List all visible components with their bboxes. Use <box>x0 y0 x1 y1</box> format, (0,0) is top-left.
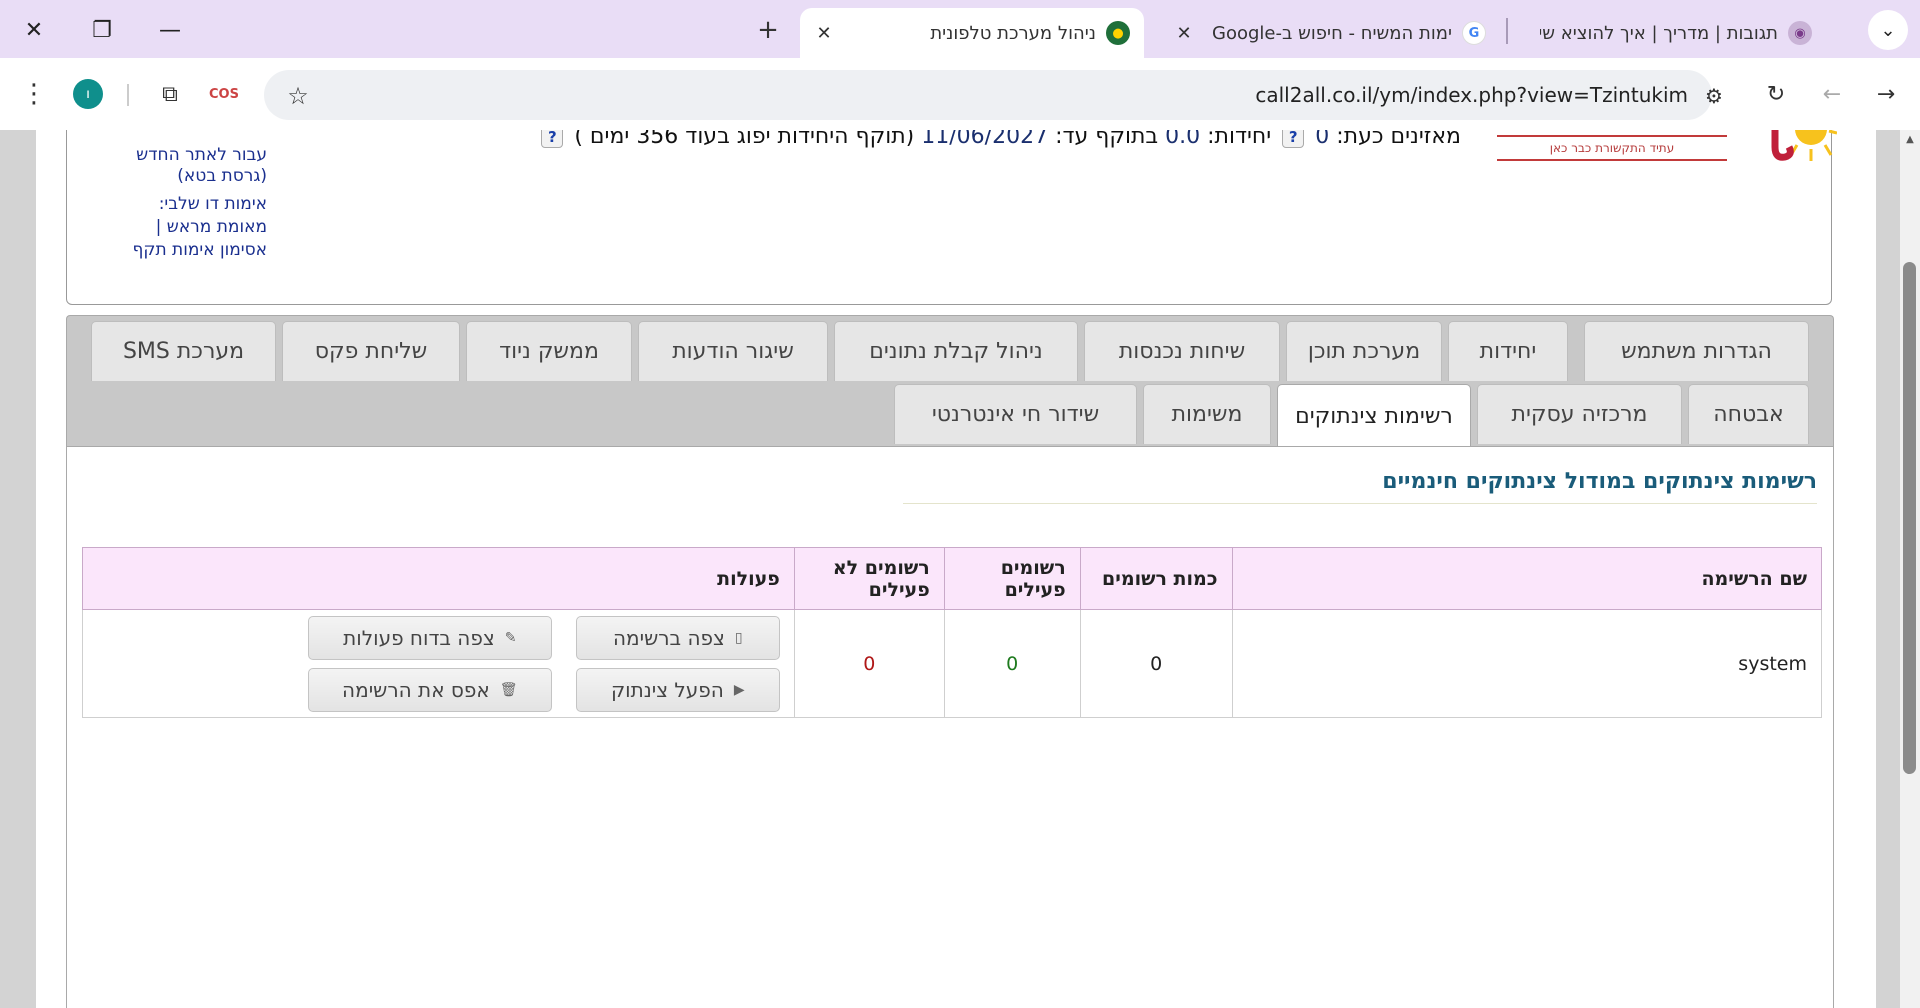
tab-tasks[interactable]: משימות <box>1143 384 1271 444</box>
tab-business-pbx[interactable]: מרכזיה עסקית <box>1477 384 1682 444</box>
star-icon[interactable]: ☆ <box>280 78 316 114</box>
pre-authenticated-link[interactable]: מאומת מראש | <box>97 217 267 238</box>
back-icon[interactable]: ← <box>1812 74 1852 114</box>
site-info-icon[interactable]: ⚙ <box>1694 78 1734 114</box>
tab-title: ימות המשיח - חיפוש ב-Google <box>1212 22 1452 44</box>
actions-cell: ▯ צפה ברשימה ✎ צפה בדוח פעולות ▶ הפעל צי… <box>82 609 795 718</box>
pencil-icon: ✎ <box>504 629 517 646</box>
column-header-total: כמות רשומים <box>1079 547 1233 610</box>
tab-live-broadcast[interactable]: שידור חי אינטרנטי <box>894 384 1137 444</box>
active-count-cell: 0 <box>943 609 1081 718</box>
table-header-row: שם הרשימה כמות רשומים רשומים פעילים רשומ… <box>82 547 1823 610</box>
listeners-value: 0 <box>1315 130 1330 149</box>
tab-incoming-calls[interactable]: שיחות נכנסות <box>1084 321 1280 381</box>
minimize-icon[interactable]: — <box>144 8 196 52</box>
reset-list-button[interactable]: 🗑 אפס את הרשימה <box>307 667 552 712</box>
beta-link[interactable]: (גרסת בטא) <box>97 166 267 187</box>
column-header-active: רשומים פעילים <box>943 547 1081 610</box>
url-text[interactable]: call2all.co.il/ym/index.php?view=Tzintuk… <box>380 80 1688 110</box>
column-header-inactive: רשומים לא פעילים <box>793 547 945 610</box>
units-value: 0.0 <box>1165 130 1201 149</box>
new-site-link[interactable]: עבור לאתר החדש <box>97 145 267 166</box>
menu-icon[interactable]: ⋮ <box>14 74 54 114</box>
forum-favicon-icon: ◉ <box>1788 21 1812 45</box>
browser-tab-google[interactable]: G ימות המשיח - חיפוש ב-Google ✕ <box>1160 8 1500 58</box>
tab-sms-system[interactable]: מערכת SMS <box>91 321 276 381</box>
reset-list-label: אפס את הרשימה <box>342 677 490 702</box>
title-underline <box>903 503 1817 504</box>
help-icon[interactable]: ? <box>1282 130 1305 148</box>
help-icon[interactable]: ? <box>541 130 564 148</box>
tab-close-icon[interactable]: ✕ <box>814 23 834 44</box>
browser-tab-guide[interactable]: ◉ תגובות | מדריך | איך להוציא שיחה <box>1526 8 1826 58</box>
reload-icon[interactable]: ↻ <box>1756 74 1796 114</box>
side-links: עבור לאתר החדש (גרסת בטא) אימות דו שלבי:… <box>97 145 267 261</box>
extensions-icon[interactable]: ⧉ <box>150 74 190 114</box>
tzintuk-lists-table: שם הרשימה כמות רשומים רשומים פעילים רשומ… <box>82 547 1823 718</box>
tab-tzintuk-lists[interactable]: רשימות צינתוקים <box>1277 384 1471 448</box>
tab-title: תגובות | מדריך | איך להוציא שיחה <box>1540 22 1778 44</box>
account-status-line: מאזינים כעת: 0 ? יחידות: 0.0 בתוקף עד: 1… <box>537 130 1461 149</box>
site-favicon-icon: ● <box>1106 21 1130 45</box>
tab-porting-interface[interactable]: ממשק ניוד <box>466 321 632 381</box>
view-list-label: צפה ברשימה <box>612 625 725 650</box>
page-viewport: עתיד התקשורת כבר כאן מאזינים כעת: 0 ? יח… <box>0 130 1900 1008</box>
valid-until-label: בתוקף עד: <box>1055 130 1159 149</box>
forward-icon[interactable]: → <box>1866 74 1906 114</box>
tab-content-system[interactable]: מערכת תוכן <box>1286 321 1442 381</box>
view-list-button[interactable]: ▯ צפה ברשימה <box>575 615 780 660</box>
actions-group: ▯ צפה ברשימה ✎ צפה בדוח פעולות ▶ הפעל צי… <box>97 615 780 712</box>
scrollbar-thumb[interactable] <box>1903 262 1916 774</box>
listeners-label: מאזינים כעת: <box>1336 130 1461 149</box>
tab-close-icon[interactable]: ✕ <box>1174 23 1194 44</box>
tab-separator <box>1506 18 1508 44</box>
page-title: רשימות צינתוקים במודול צינתוקים חינמיים <box>1382 469 1817 494</box>
logo-tagline: עתיד התקשורת כבר כאן <box>1497 135 1727 161</box>
list-name-cell: system <box>1231 609 1823 718</box>
google-icon: G <box>1462 21 1486 45</box>
play-icon: ▶ <box>733 681 745 698</box>
tab-message-dispatch[interactable]: שיגור הודעות <box>638 321 828 381</box>
activate-tzintuk-label: הפעל צינתוק <box>610 677 724 702</box>
extension-cos-icon[interactable]: COS <box>204 74 244 114</box>
logo-sun-icon <box>1771 130 1837 161</box>
expiry-note: (תוקף היחידות יפוג בעוד 356 ימים ) <box>574 130 915 149</box>
trash-icon: 🗑 <box>499 681 518 698</box>
main-nav-tabs: הגדרות משתמש יחידות מערכת תוכן שיחות נכנ… <box>66 315 1834 448</box>
scroll-up-icon[interactable]: ▲ <box>1900 134 1920 150</box>
toolbar-divider <box>127 84 129 106</box>
table-row: system 0 0 0 ▯ צפה ברשימה ✎ צפה בדוח פעו… <box>82 609 1823 718</box>
tab-security[interactable]: אבטחה <box>1688 384 1809 444</box>
browser-tab-active[interactable]: ● ניהול מערכת טלפונית ✕ <box>800 8 1144 58</box>
tab-units[interactable]: יחידות <box>1448 321 1568 381</box>
account-header: עתיד התקשורת כבר כאן מאזינים כעת: 0 ? יח… <box>66 130 1837 305</box>
total-count-cell: 0 <box>1079 609 1233 718</box>
valid-until-value: 11/06/2027 <box>921 130 1049 149</box>
activate-tzintuk-button[interactable]: ▶ הפעל צינתוק <box>575 667 780 712</box>
column-header-list-name: שם הרשימה <box>1231 547 1823 610</box>
units-label: יחידות: <box>1207 130 1272 149</box>
logo: עתיד התקשורת כבר כאן <box>1497 130 1847 177</box>
close-icon[interactable]: ✕ <box>8 8 60 52</box>
tab-user-settings[interactable]: הגדרות משתמש <box>1584 321 1809 381</box>
inactive-count-cell: 0 <box>793 609 945 718</box>
profile-icon[interactable]: ו <box>68 74 108 114</box>
view-report-label: צפה בדוח פעולות <box>343 625 495 650</box>
page-content: עתיד התקשורת כבר כאן מאזינים כעת: 0 ? יח… <box>36 130 1876 1008</box>
document-icon: ▯ <box>734 629 743 646</box>
tab-search-icon[interactable]: ⌄ <box>1868 10 1908 50</box>
tab-title: ניהול מערכת טלפונית <box>930 22 1096 44</box>
new-tab-icon[interactable]: + <box>748 10 788 50</box>
browser-tabstrip: ✕ ❐ — + ● ניהול מערכת טלפונית ✕ G ימות ה… <box>0 0 1920 58</box>
column-header-actions: פעולות <box>82 547 795 610</box>
tab-data-collection[interactable]: ניהול קבלת נתונים <box>834 321 1078 381</box>
tzintuk-lists-panel: רשימות צינתוקים במודול צינתוקים חינמיים … <box>66 446 1834 1008</box>
tab-fax-sending[interactable]: שליחת פקס <box>282 321 460 381</box>
view-report-button[interactable]: ✎ צפה בדוח פעולות <box>307 615 552 660</box>
restore-icon[interactable]: ❐ <box>76 8 128 52</box>
two-step-label: אימות דו שלבי: <box>158 194 267 214</box>
auth-token-link[interactable]: אסימון אימות תקף <box>97 240 267 261</box>
